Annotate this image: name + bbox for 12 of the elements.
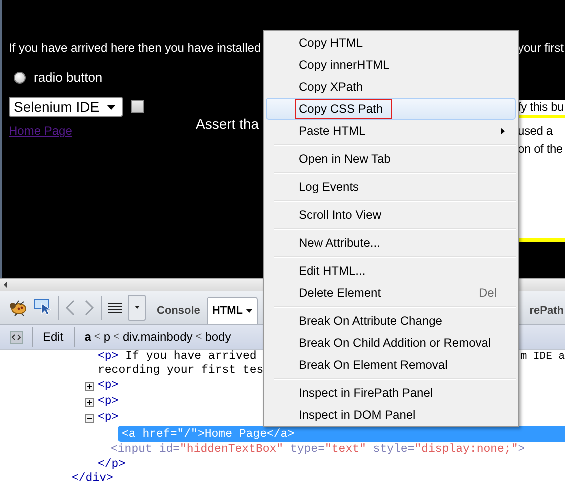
code-line: </div> [72, 472, 114, 486]
breadcrumb-separator: < [196, 331, 202, 343]
code-line: </p> [98, 458, 126, 472]
paragraph-text: your first [518, 40, 565, 56]
breadcrumb-separator: < [94, 331, 101, 343]
panel-text: used a [518, 123, 554, 140]
code-text: recording your first tes [98, 364, 264, 378]
paragraph-text: If you have arrived here then you have installed [9, 40, 262, 56]
heading-text: Assert tha [196, 116, 260, 132]
radio-label: radio button [34, 70, 103, 85]
breadcrumb-separator: < [114, 331, 120, 343]
code-text: m IDE a [520, 350, 565, 364]
